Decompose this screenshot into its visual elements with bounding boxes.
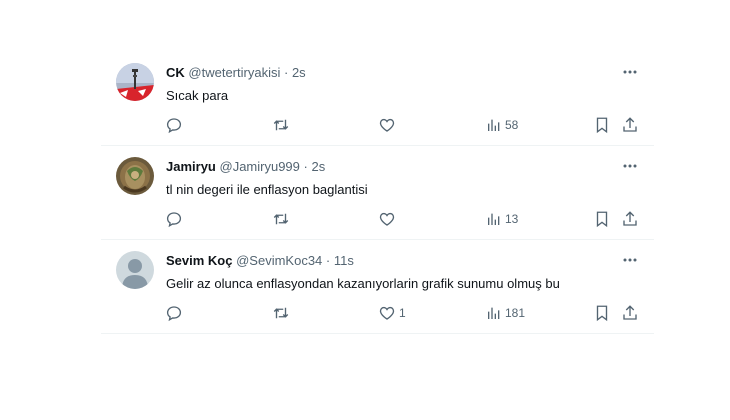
tweet[interactable]: Jamiryu @Jamiryu999 · 2s tl nin degeri i… [101,145,654,240]
more-icon[interactable] [621,63,639,81]
timestamp[interactable]: 2s [312,159,326,174]
tweet-header: Sevim Koç @SevimKoc34 · 11s [166,253,354,268]
timestamp[interactable]: 11s [334,253,354,268]
tweet-text: Gelir az olunca enflasyondan kazanıyorla… [166,276,560,291]
avatar[interactable] [116,63,154,101]
view-count: 181 [505,306,526,320]
bookmark-button[interactable] [593,209,611,229]
tweet-header: Jamiryu @Jamiryu999 · 2s [166,159,325,174]
views-icon [486,211,502,227]
author-name[interactable]: Sevim Koç [166,253,232,268]
tweet-actions: 58 [101,115,654,135]
bookmark-icon [593,210,611,228]
retweet-icon [272,116,290,134]
reply-button[interactable] [165,115,183,135]
reply-icon [165,210,183,228]
more-icon[interactable] [621,251,639,269]
reply-button[interactable] [165,303,183,323]
share-button[interactable] [621,303,639,323]
tweet-text: tl nin degeri ile enflasyon baglantisi [166,182,368,197]
separator: · [325,253,331,268]
share-button[interactable] [621,209,639,229]
avatar[interactable] [116,157,154,195]
retweet-button[interactable] [272,209,290,229]
view-count: 13 [505,212,519,226]
tweet-feed: CK @twetertiryakisi · 2s Sıcak para 58 J… [101,51,654,341]
share-button[interactable] [621,115,639,135]
reply-button[interactable] [165,209,183,229]
reply-icon [165,116,183,134]
like-count: 1 [399,306,406,320]
like-button[interactable] [378,209,399,229]
bookmark-button[interactable] [593,303,611,323]
tweet-text: Sıcak para [166,88,229,103]
retweet-button[interactable] [272,115,290,135]
bookmark-icon [593,116,611,134]
retweet-button[interactable] [272,303,290,323]
like-button[interactable]: 1 [378,303,406,323]
views-button[interactable]: 58 [486,115,518,135]
heart-icon [378,210,396,228]
views-button[interactable]: 181 [486,303,525,323]
tweet[interactable]: CK @twetertiryakisi · 2s Sıcak para 58 [101,51,654,146]
share-icon [621,116,639,134]
avatar[interactable] [116,251,154,289]
bookmark-button[interactable] [593,115,611,135]
author-handle[interactable]: @Jamiryu999 [220,159,300,174]
retweet-icon [272,210,290,228]
heart-icon [378,116,396,134]
tweet-header: CK @twetertiryakisi · 2s [166,65,306,80]
like-button[interactable] [378,115,399,135]
tweet-actions: 1 181 [101,303,654,323]
retweet-icon [272,304,290,322]
author-name[interactable]: Jamiryu [166,159,216,174]
author-name[interactable]: CK [166,65,185,80]
reply-icon [165,304,183,322]
share-icon [621,304,639,322]
share-icon [621,210,639,228]
more-icon[interactable] [621,157,639,175]
separator: · [283,65,289,80]
tweet[interactable]: Sevim Koç @SevimKoc34 · 11s Gelir az olu… [101,239,654,334]
timestamp[interactable]: 2s [292,65,306,80]
author-handle[interactable]: @SevimKoc34 [236,253,322,268]
views-icon [486,305,502,321]
tweet-actions: 13 [101,209,654,229]
separator: · [303,159,308,174]
view-count: 58 [505,118,519,132]
heart-icon [378,304,396,322]
author-handle[interactable]: @twetertiryakisi [188,65,280,80]
views-button[interactable]: 13 [486,209,518,229]
views-icon [486,117,502,133]
bookmark-icon [593,304,611,322]
